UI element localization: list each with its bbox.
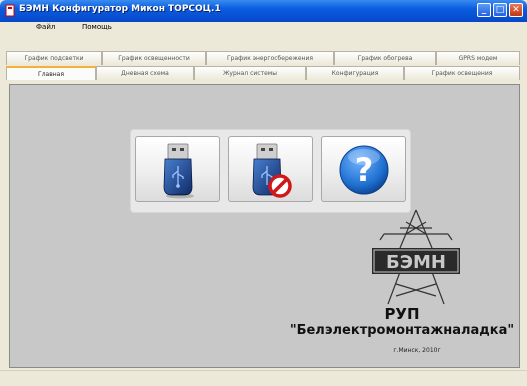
usb-flash-drive-icon [163,143,194,199]
tab-system-log[interactable]: Журнал системы [194,66,306,80]
action-button-group: ? [130,129,411,213]
tab-illumination-schedule[interactable]: График освещенности [102,51,206,65]
tab-heating-schedule[interactable]: График обогрева [334,51,436,65]
help-button[interactable]: ? [321,136,406,202]
company-logo: БЭМН [372,209,460,305]
tab-lighting-schedule[interactable]: График подсветки [6,51,102,65]
tab-day-scheme[interactable]: Дневная схема [96,66,194,80]
disconnect-usb-button[interactable] [228,136,313,202]
tab-gprs-modem[interactable]: GPRS модем [436,51,520,65]
tab-lighting-graph[interactable]: График освещения [404,66,520,80]
tab-energy-saving-schedule[interactable]: График энергосбережения [206,51,334,65]
app-icon [5,4,15,17]
menu-help[interactable]: Помощь [82,23,112,31]
org-full-name: "Белэлектромонтажналадка" [289,323,515,338]
window-titlebar[interactable]: БЭМН Конфигуратор Микон ТОРСОЦ.1 _ □ ✕ [0,0,527,22]
minimize-button[interactable]: _ [477,3,491,17]
menu-file[interactable]: Файл [36,23,55,31]
tab-main[interactable]: Главная [6,66,96,80]
menu-bar: Файл Помощь [0,22,527,34]
svg-text:?: ? [355,151,374,189]
usb-flash-drive-blocked-icon [252,143,292,198]
connect-usb-button[interactable] [135,136,220,202]
window-title: БЭМН Конфигуратор Микон ТОРСОЦ.1 [19,4,221,14]
org-short-name: РУП [384,305,420,323]
org-city-year: г.Минск, 2010г [393,347,441,354]
tab-row-bottom: Главная Дневная схема Журнал системы Кон… [6,66,520,80]
maximize-button[interactable]: □ [493,3,507,17]
close-button[interactable]: ✕ [509,3,523,17]
status-bar [0,370,527,386]
tab-configuration[interactable]: Конфигурация [306,66,404,80]
tab-row-top: График подсветки График освещенности Гра… [6,51,520,65]
logo-text: БЭМН [386,252,446,273]
question-mark-icon: ? [339,145,389,195]
